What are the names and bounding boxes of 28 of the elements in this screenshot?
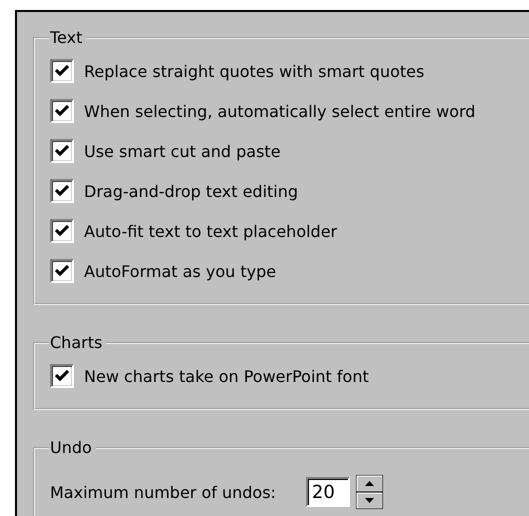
checkbox-label: New charts take on PowerPoint font <box>84 366 369 386</box>
check-icon <box>55 104 69 118</box>
spin-up-button[interactable] <box>356 475 383 492</box>
checkbox[interactable] <box>50 259 74 283</box>
checkbox-label: Replace straight quotes with smart quotes <box>84 62 424 80</box>
check-icon <box>55 224 69 238</box>
checkbox[interactable] <box>50 179 74 203</box>
number-field[interactable]: 20 <box>306 477 350 507</box>
spin-down-button[interactable] <box>356 492 383 509</box>
group-title: Charts <box>49 333 104 352</box>
checkbox-label: Drag-and-drop text editing <box>84 182 298 200</box>
checkbox-label: When selecting, automatically select entire word <box>84 102 476 120</box>
check-icon <box>55 184 69 198</box>
checkbox[interactable] <box>50 99 74 123</box>
checkbox-label: AutoFormat as you type <box>84 262 276 280</box>
checkbox-label: Use smart cut and paste <box>84 142 281 160</box>
check-icon <box>55 369 69 383</box>
checkbox[interactable] <box>50 59 74 83</box>
check-icon <box>55 264 69 278</box>
field-label: Maximum number of undos: <box>50 482 276 502</box>
checkbox[interactable] <box>50 219 74 243</box>
check-icon <box>55 144 69 158</box>
group-title: Undo <box>49 438 93 457</box>
group-title: Text <box>49 28 84 47</box>
checkbox-label: Auto-fit text to text placeholder <box>84 222 338 240</box>
check-icon <box>55 64 69 78</box>
checkbox[interactable] <box>50 364 74 388</box>
checkbox[interactable] <box>50 139 74 163</box>
